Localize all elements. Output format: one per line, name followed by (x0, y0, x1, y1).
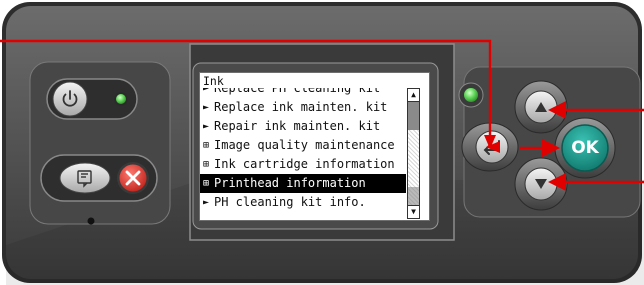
submenu-arrow-icon: ► (203, 197, 210, 208)
expand-box-icon: ⊞ (203, 178, 210, 189)
menu-item-label: Image quality maintenance (214, 138, 395, 152)
menu-item-label: Replace PH cleaning kit (214, 88, 381, 95)
submenu-arrow-icon: ► (203, 121, 210, 132)
scroll-up-arrow[interactable]: ▲ (408, 89, 419, 102)
menu-item-label: Repair ink mainten. kit (214, 119, 381, 133)
help-button[interactable] (59, 162, 111, 194)
menu-item-label: Ink cartridge information (214, 157, 395, 171)
menu-item-label: Replace ink mainten. kit (214, 100, 388, 114)
menu-item[interactable]: ► PH cleaning kit info. (200, 193, 406, 212)
ok-label: OK (571, 138, 599, 158)
scroll-thumb[interactable] (408, 102, 419, 130)
power-led (116, 94, 126, 104)
submenu-arrow-icon: ► (203, 88, 210, 94)
menu-item-label: PH cleaning kit info. (214, 195, 366, 209)
menu-item[interactable]: ► Repair ink mainten. kit (200, 117, 406, 136)
submenu-arrow-icon: ► (203, 102, 210, 113)
menu-item[interactable]: ⊞ Image quality maintenance (200, 136, 406, 155)
menu-item[interactable]: ► Replace ink mainten. kit (200, 98, 406, 117)
expand-box-icon: ⊞ (203, 159, 210, 170)
sensor-dot (87, 217, 95, 225)
menu-item[interactable]: ⊞ Ink cartridge information (200, 155, 406, 174)
lcd-screen: Ink ► Replace PH cleaning kit ► Replace ink… (199, 72, 430, 221)
expand-box-icon: ⊞ (203, 140, 210, 151)
menu-item[interactable]: ⊞ Printhead information (200, 174, 406, 193)
menu-item-label: Printhead information (214, 176, 366, 190)
menu-item[interactable]: ► Replace PH cleaning kit (200, 88, 406, 98)
scroll-track-end (408, 187, 419, 205)
menu-list: ► Replace PH cleaning kit ► Replace ink mai… (200, 88, 406, 220)
scrollbar[interactable]: ▲ ▼ (407, 88, 420, 219)
status-led (464, 88, 478, 102)
scroll-down-arrow[interactable]: ▼ (408, 205, 419, 218)
menu-title: Ink (203, 74, 224, 88)
